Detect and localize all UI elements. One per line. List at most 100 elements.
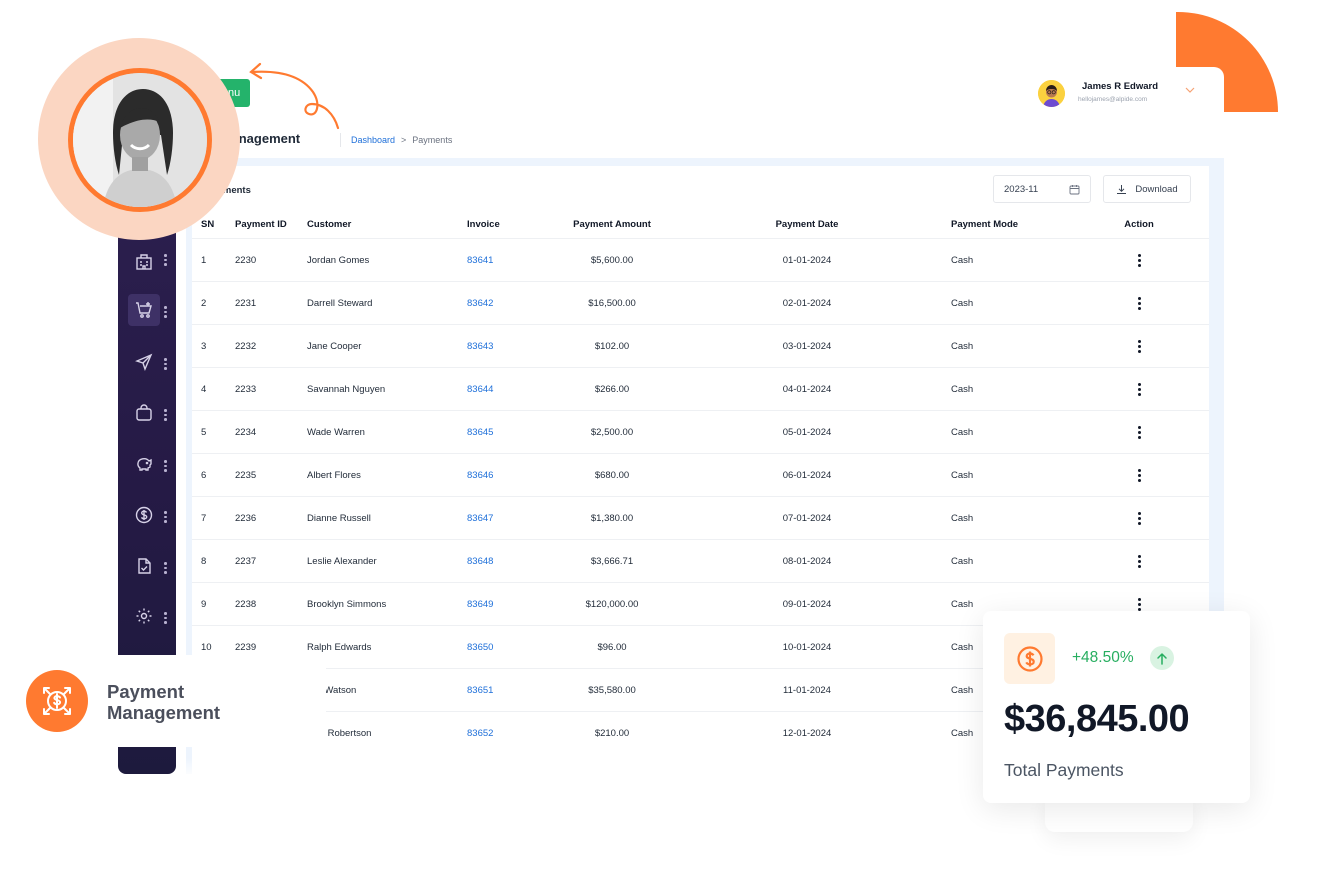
table-header-row: SN Payment ID Customer Invoice Payment A… bbox=[192, 211, 1209, 239]
cell-invoice-link[interactable]: 83652 bbox=[467, 711, 537, 754]
row-action-cell bbox=[1081, 496, 1209, 540]
column-header-date[interactable]: Payment Date bbox=[687, 211, 927, 239]
breadcrumb-current: Payments bbox=[412, 135, 453, 145]
cell-invoice-link[interactable]: 83650 bbox=[467, 625, 537, 669]
cell-date: 02-01-2024 bbox=[687, 281, 927, 325]
sidebar-item-more[interactable] bbox=[164, 306, 168, 318]
chevron-down-icon[interactable] bbox=[1184, 86, 1196, 94]
kebab-icon[interactable] bbox=[1137, 554, 1141, 568]
kebab-icon[interactable] bbox=[1137, 468, 1141, 482]
cell-invoice-link[interactable]: 83644 bbox=[467, 367, 537, 411]
row-action-cell bbox=[1081, 410, 1209, 454]
table-row[interactable]: 7 2236 Dianne Russell 83647 $1,380.00 07-01-2… bbox=[192, 496, 1209, 540]
gear-icon bbox=[136, 608, 152, 624]
sidebar-item-settings[interactable] bbox=[128, 600, 160, 632]
cell-payment-id: 2235 bbox=[235, 453, 307, 497]
column-header-amount[interactable]: Payment Amount bbox=[537, 211, 687, 239]
row-action-cell bbox=[1081, 324, 1209, 368]
cell-payment-id: 2234 bbox=[235, 410, 307, 454]
cell-invoice-link[interactable]: 83649 bbox=[467, 582, 537, 626]
sidebar-item-more[interactable] bbox=[164, 562, 168, 574]
stat-label: Total Payments bbox=[1004, 760, 1124, 780]
cell-payment-id: 2236 bbox=[235, 496, 307, 540]
cell-mode: Cash bbox=[927, 238, 1081, 282]
piggy-bank-icon bbox=[137, 458, 152, 471]
dollar-circle-icon bbox=[135, 506, 153, 524]
sidebar-item-savings[interactable] bbox=[128, 448, 160, 480]
table-row[interactable]: 6 2235 Albert Flores 83646 $680.00 06-01-2024… bbox=[192, 453, 1209, 497]
user-avatar[interactable] bbox=[1038, 80, 1065, 107]
kebab-icon[interactable] bbox=[1137, 382, 1141, 396]
sidebar-item-bag[interactable] bbox=[128, 397, 160, 429]
cell-invoice-link[interactable]: 83642 bbox=[467, 281, 537, 325]
cell-mode: Cash bbox=[927, 410, 1081, 454]
sidebar-item-more[interactable] bbox=[164, 460, 168, 472]
sidebar-item-send[interactable] bbox=[128, 346, 160, 378]
arrow-up-icon bbox=[1157, 652, 1167, 665]
cart-plus-icon bbox=[136, 302, 152, 318]
sidebar-item-payments[interactable] bbox=[128, 499, 160, 531]
table-row[interactable]: 4 2233 Savannah Nguyen 83644 $266.00 04-01-20… bbox=[192, 367, 1209, 411]
badge-title: Payment Management bbox=[107, 681, 220, 723]
cell-invoice-link[interactable]: 83641 bbox=[467, 238, 537, 282]
cell-payment-id: 2232 bbox=[235, 324, 307, 368]
cell-customer: Brooklyn Simmons bbox=[307, 582, 467, 626]
cell-amount: $3,666.71 bbox=[537, 539, 687, 583]
cell-customer: Jane Cooper bbox=[307, 324, 467, 368]
kebab-icon[interactable] bbox=[1137, 425, 1141, 439]
sidebar-item-more[interactable] bbox=[164, 612, 168, 624]
cell-mode: Cash bbox=[927, 539, 1081, 583]
column-header-mode[interactable]: Payment Mode bbox=[927, 211, 1081, 239]
cell-amount: $5,600.00 bbox=[537, 238, 687, 282]
cell-sn: 6 bbox=[192, 453, 235, 497]
table-row[interactable]: 5 2234 Wade Warren 83645 $2,500.00 05-01-2024… bbox=[192, 410, 1209, 454]
cell-invoice-link[interactable]: 83645 bbox=[467, 410, 537, 454]
dollar-arrows-icon bbox=[43, 687, 71, 715]
column-header-customer[interactable]: Customer bbox=[307, 211, 467, 239]
sidebar-item-more[interactable] bbox=[164, 254, 168, 266]
profile-photo bbox=[73, 73, 207, 207]
row-action-cell bbox=[1081, 453, 1209, 497]
table-row[interactable]: 2 2231 Darrell Steward 83642 $16,500.00 02-01… bbox=[192, 281, 1209, 325]
cell-date: 01-01-2024 bbox=[687, 238, 927, 282]
cell-mode: Cash bbox=[927, 453, 1081, 497]
sidebar-item-reports[interactable] bbox=[128, 550, 160, 582]
cell-invoice-link[interactable]: 83648 bbox=[467, 539, 537, 583]
cell-sn: 3 bbox=[192, 324, 235, 368]
table-row[interactable]: 3 2232 Jane Cooper 83643 $102.00 03-01-2024 Ca… bbox=[192, 324, 1209, 368]
cell-invoice-link[interactable]: 83646 bbox=[467, 453, 537, 497]
cell-date: 06-01-2024 bbox=[687, 453, 927, 497]
column-header-invoice[interactable]: Invoice bbox=[467, 211, 537, 239]
table-row[interactable]: 1 2230 Jordan Gomes 83641 $5,600.00 01-01-202… bbox=[192, 238, 1209, 282]
breadcrumb-dashboard-link[interactable]: Dashboard bbox=[351, 135, 395, 145]
sidebar-item-more[interactable] bbox=[164, 409, 168, 421]
kebab-icon[interactable] bbox=[1137, 253, 1141, 267]
table-row[interactable]: 8 2237 Leslie Alexander 83648 $3,666.71 08-01… bbox=[192, 539, 1209, 583]
kebab-icon[interactable] bbox=[1137, 339, 1141, 353]
cell-mode: Cash bbox=[927, 281, 1081, 325]
download-button[interactable]: Download bbox=[1103, 175, 1191, 203]
sidebar-item-building[interactable] bbox=[128, 246, 160, 278]
column-header-payment-id[interactable]: Payment ID bbox=[235, 211, 307, 239]
kebab-icon[interactable] bbox=[1137, 511, 1141, 525]
cell-date: 07-01-2024 bbox=[687, 496, 927, 540]
cell-invoice-link[interactable]: 83647 bbox=[467, 496, 537, 540]
file-check-icon bbox=[138, 558, 151, 574]
cell-invoice-link[interactable]: 83643 bbox=[467, 324, 537, 368]
cell-amount: $680.00 bbox=[537, 453, 687, 497]
cell-sn: 9 bbox=[192, 582, 235, 626]
user-name: James R Edward bbox=[1082, 81, 1159, 92]
cell-payment-id: 2237 bbox=[235, 539, 307, 583]
cell-invoice-link[interactable]: 83651 bbox=[467, 668, 537, 712]
breadcrumb-separator: > bbox=[401, 135, 407, 145]
sidebar-item-cart[interactable] bbox=[128, 294, 160, 326]
cell-amount: $96.00 bbox=[537, 625, 687, 669]
sidebar-item-more[interactable] bbox=[164, 511, 168, 523]
badge-title-line1: Payment bbox=[107, 681, 185, 702]
sidebar-item-more[interactable] bbox=[164, 358, 168, 370]
kebab-icon[interactable] bbox=[1137, 296, 1141, 310]
kebab-icon[interactable] bbox=[1137, 597, 1141, 611]
month-picker[interactable]: 2023-11 bbox=[993, 175, 1091, 203]
cell-customer: Albert Flores bbox=[307, 453, 467, 497]
breadcrumb: Dashboard > Payments bbox=[340, 133, 452, 147]
